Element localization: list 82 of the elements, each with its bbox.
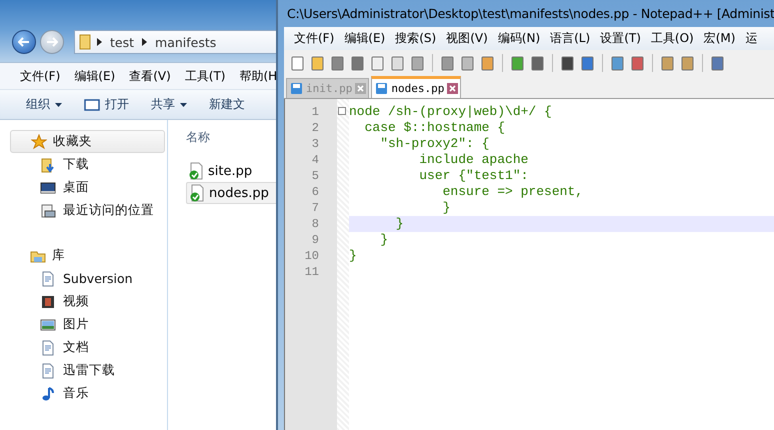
back-arrow-icon [18, 37, 30, 47]
code-line: node /sh-(proxy|web)\d+/ { [349, 104, 553, 120]
back-button[interactable] [12, 30, 36, 54]
line-number: 7 [310, 200, 320, 216]
doc-icon [40, 270, 56, 286]
line-number: 6 [310, 184, 320, 200]
menu-item[interactable]: 文件(F) [290, 30, 340, 47]
code-line: ensure => present, [442, 184, 584, 200]
menu-item[interactable]: 工具(T) [178, 68, 234, 84]
toolbar-button[interactable]: 共享 [151, 94, 187, 115]
fold-marker-icon[interactable] [338, 107, 346, 115]
nav-item[interactable]: 迅雷下载 [10, 359, 167, 382]
caret-icon [180, 102, 187, 106]
star-icon [31, 134, 47, 150]
line-number: 5 [310, 168, 320, 184]
code-line: case $::hostname { [364, 120, 506, 136]
chevron-icon [142, 38, 148, 46]
forward-arrow-icon [46, 37, 58, 47]
code-line: } [349, 248, 358, 264]
menu-item[interactable]: 设置(T) [596, 30, 647, 47]
video-icon [40, 294, 56, 310]
code-line: include apache [418, 152, 530, 168]
toolbar-button[interactable]: 组织 [26, 94, 62, 115]
menu-item[interactable]: 编辑(E) [340, 30, 392, 47]
menu-item[interactable]: 宏(M) [700, 30, 742, 47]
line-number: 4 [310, 152, 320, 168]
code-line: } [379, 232, 390, 248]
nav-item[interactable]: 最近访问的位置 [10, 199, 167, 222]
download-icon [40, 156, 56, 172]
menu-item[interactable]: 帮助(H [234, 68, 276, 84]
line-number: 11 [304, 264, 320, 280]
picture-icon [40, 316, 56, 332]
nav-item[interactable]: Subversion [10, 267, 167, 290]
close-icon[interactable] [447, 83, 458, 94]
menu-item[interactable]: 文件(F) [14, 68, 68, 84]
window-icon [84, 98, 100, 110]
line-number: 10 [304, 248, 320, 264]
nav-item[interactable]: 桌面 [10, 176, 167, 199]
caret-icon [55, 102, 62, 106]
line-number: 1 [310, 104, 320, 120]
code-line: } [442, 200, 452, 216]
recent-icon [40, 202, 56, 218]
music-icon [40, 386, 56, 402]
file-tab[interactable]: nodes.pp [371, 76, 462, 98]
nav-item[interactable]: 下载 [10, 153, 167, 176]
menu-item[interactable]: 编辑(E) [68, 68, 124, 84]
desktop-icon [40, 180, 56, 196]
menu-item[interactable]: 搜索(S) [391, 30, 442, 47]
nav-item[interactable]: 音乐 [10, 382, 167, 405]
toolbar-button[interactable]: 新建文 [209, 94, 245, 115]
nav-item[interactable]: 库 [10, 244, 167, 267]
menu-item[interactable]: 查看(V) [123, 68, 179, 84]
menu-item[interactable]: 运 [741, 30, 764, 47]
menu-item[interactable]: 视图(V) [442, 30, 494, 47]
line-number: 3 [310, 136, 320, 152]
file-check-icon [189, 184, 205, 202]
file-item[interactable]: nodes.pp [186, 182, 276, 204]
line-number: 2 [310, 120, 320, 136]
menu-item[interactable]: 语言(L) [546, 30, 596, 47]
breadcrumb[interactable]: manifests [153, 34, 218, 50]
doc-icon [40, 340, 56, 356]
line-number: 9 [310, 232, 320, 248]
menu-item[interactable]: 工具(O) [646, 30, 700, 47]
address-bar[interactable]: test manifests [74, 30, 276, 54]
nav-item[interactable]: 文档 [10, 336, 167, 359]
file-check-icon [188, 162, 204, 180]
nav-item[interactable]: 图片 [10, 313, 167, 336]
menu-item[interactable]: 编码(N) [494, 30, 546, 47]
line-number: 8 [310, 216, 320, 232]
window-title: C:\Users\Administrator\Desktop\test\manifests\nodes.pp - Notepad++ [Administ [287, 6, 774, 21]
breadcrumb[interactable]: test [108, 34, 136, 50]
code-line: user {"test1": [418, 168, 530, 184]
chevron-icon [97, 38, 102, 46]
nav-item[interactable]: 视频 [10, 290, 167, 313]
doc-icon [40, 362, 56, 378]
toolbar-button[interactable]: 打开 [84, 94, 129, 115]
column-header[interactable]: 名称 [186, 126, 276, 148]
folder-icon [79, 34, 91, 50]
close-icon[interactable] [355, 83, 366, 94]
code-line: "sh-proxy2": { [379, 136, 490, 152]
file-item[interactable]: site.pp [186, 160, 276, 182]
nav-item[interactable]: 收藏夹 [10, 130, 165, 153]
